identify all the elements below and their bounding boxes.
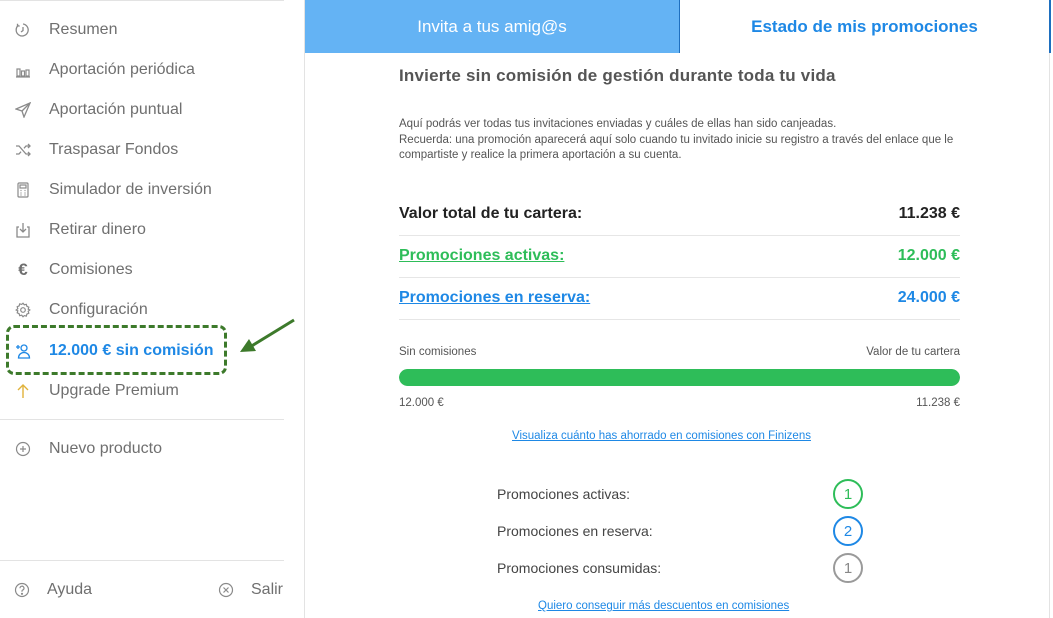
bar-left-value: 12.000 €	[399, 397, 444, 409]
sidebar-item-configuracion[interactable]: Configuración	[14, 298, 148, 322]
count-badge: 1	[833, 479, 863, 509]
clock-icon	[14, 21, 32, 39]
sidebar-item-label: Aportación puntual	[49, 101, 183, 118]
sidebar-item-label: Retirar dinero	[49, 221, 146, 238]
count-label: Promociones consumidas:	[497, 560, 662, 576]
sidebar-item-resumen[interactable]: Resumen	[14, 18, 117, 42]
sidebar-item-upgrade-premium[interactable]: Upgrade Premium	[14, 379, 179, 403]
count-label: Promociones activas:	[497, 486, 631, 502]
sidebar-item-label: Simulador de inversión	[49, 181, 212, 198]
arrow-up-icon	[14, 382, 32, 400]
tab-label: Invita a tus amig@s	[417, 16, 567, 36]
euro-icon: €	[18, 260, 28, 279]
reserve-promotions-value: 24.000 €	[897, 289, 960, 306]
active-promotions-link[interactable]: Promociones activas:	[399, 247, 564, 265]
progress-bar	[399, 369, 960, 386]
sidebar-item-aportacion-periodica[interactable]: Aportación periódica	[14, 58, 195, 82]
sidebar-item-label: Comisiones	[49, 261, 133, 278]
reserve-promotions-row: Promociones en reserva: 24.000 €	[399, 278, 960, 318]
highlight-annotation-box	[6, 325, 227, 375]
tab-invita-amigos[interactable]: Invita a tus amig@s	[305, 0, 679, 53]
calculator-icon	[14, 181, 32, 199]
sidebar-divider	[0, 419, 284, 420]
page-title: Invierte sin comisión de gestión durante…	[399, 66, 836, 85]
sidebar-item-label: Resumen	[49, 21, 118, 38]
logout-label: Salir	[251, 581, 284, 598]
sidebar-item-label: Upgrade Premium	[49, 382, 179, 399]
bar-right-label: Valor de tu cartera	[866, 346, 960, 358]
sidebar-item-retirar-dinero[interactable]: Retirar dinero	[14, 218, 146, 242]
sidebar-item-label: Aportación periódica	[49, 61, 195, 78]
sidebar: Resumen Aportación periódica Aportación …	[0, 0, 305, 618]
sidebar-item-label: Nuevo producto	[49, 440, 162, 457]
help-circle-icon	[14, 582, 30, 598]
panel-border	[1049, 53, 1050, 618]
reserve-promotions-link[interactable]: Promociones en reserva:	[399, 289, 590, 307]
savings-link[interactable]: Visualiza cuánto has ahorrado en comisio…	[512, 430, 811, 442]
help-label: Ayuda	[47, 581, 93, 598]
count-badge: 2	[833, 516, 863, 546]
withdraw-icon	[14, 221, 32, 239]
help-link[interactable]: Ayuda	[14, 578, 92, 602]
sidebar-item-simulador[interactable]: Simulador de inversión	[14, 178, 212, 202]
sidebar-item-traspasar-fondos[interactable]: Traspasar Fondos	[14, 138, 178, 162]
intro-line: Aquí podrás ver todas tus invitaciones e…	[399, 118, 837, 130]
active-promotions-value: 12.000 €	[897, 247, 960, 264]
sidebar-item-aportacion-puntual[interactable]: Aportación puntual	[14, 98, 182, 122]
close-circle-icon	[218, 582, 234, 598]
tab-label: Estado de mis promociones	[751, 16, 978, 36]
logout-link[interactable]: Salir	[218, 578, 283, 602]
annotation-arrow-icon	[240, 318, 295, 352]
shuffle-icon	[14, 141, 32, 159]
intro-text: Aquí podrás ver todas tus invitaciones e…	[399, 117, 969, 164]
sidebar-item-comisiones[interactable]: € Comisiones	[14, 258, 133, 282]
progress-fill	[399, 369, 960, 386]
portfolio-value-row: Valor total de tu cartera: 11.238 €	[399, 194, 960, 234]
row-divider	[399, 319, 960, 320]
sidebar-item-label: Traspasar Fondos	[49, 141, 179, 158]
more-discounts-link[interactable]: Quiero conseguir más descuentos en comis…	[538, 600, 789, 612]
active-promotions-row: Promociones activas: 12.000 €	[399, 236, 960, 276]
intro-line: Recuerda: una promoción aparecerá aquí s…	[399, 133, 954, 162]
plus-circle-icon	[14, 440, 32, 458]
count-row-active: Promociones activas: 1	[497, 479, 863, 509]
count-row-reserve: Promociones en reserva: 2	[497, 516, 863, 546]
gear-icon	[14, 301, 32, 319]
sidebar-divider	[0, 560, 284, 561]
bar-right-value: 11.238 €	[916, 397, 960, 409]
send-icon	[14, 101, 32, 119]
sidebar-item-nuevo-producto[interactable]: Nuevo producto	[14, 437, 162, 461]
count-badge: 1	[833, 553, 863, 583]
bar-chart-icon	[14, 61, 32, 79]
sidebar-top-divider	[0, 0, 284, 1]
portfolio-label: Valor total de tu cartera:	[399, 205, 583, 222]
count-row-consumed: Promociones consumidas: 1	[497, 553, 863, 583]
tab-estado-promociones[interactable]: Estado de mis promociones	[679, 0, 1051, 53]
portfolio-value: 11.238 €	[898, 205, 960, 222]
sidebar-item-label: Configuración	[49, 301, 148, 318]
count-label: Promociones en reserva:	[497, 523, 653, 539]
bar-left-label: Sin comisiones	[399, 346, 477, 358]
